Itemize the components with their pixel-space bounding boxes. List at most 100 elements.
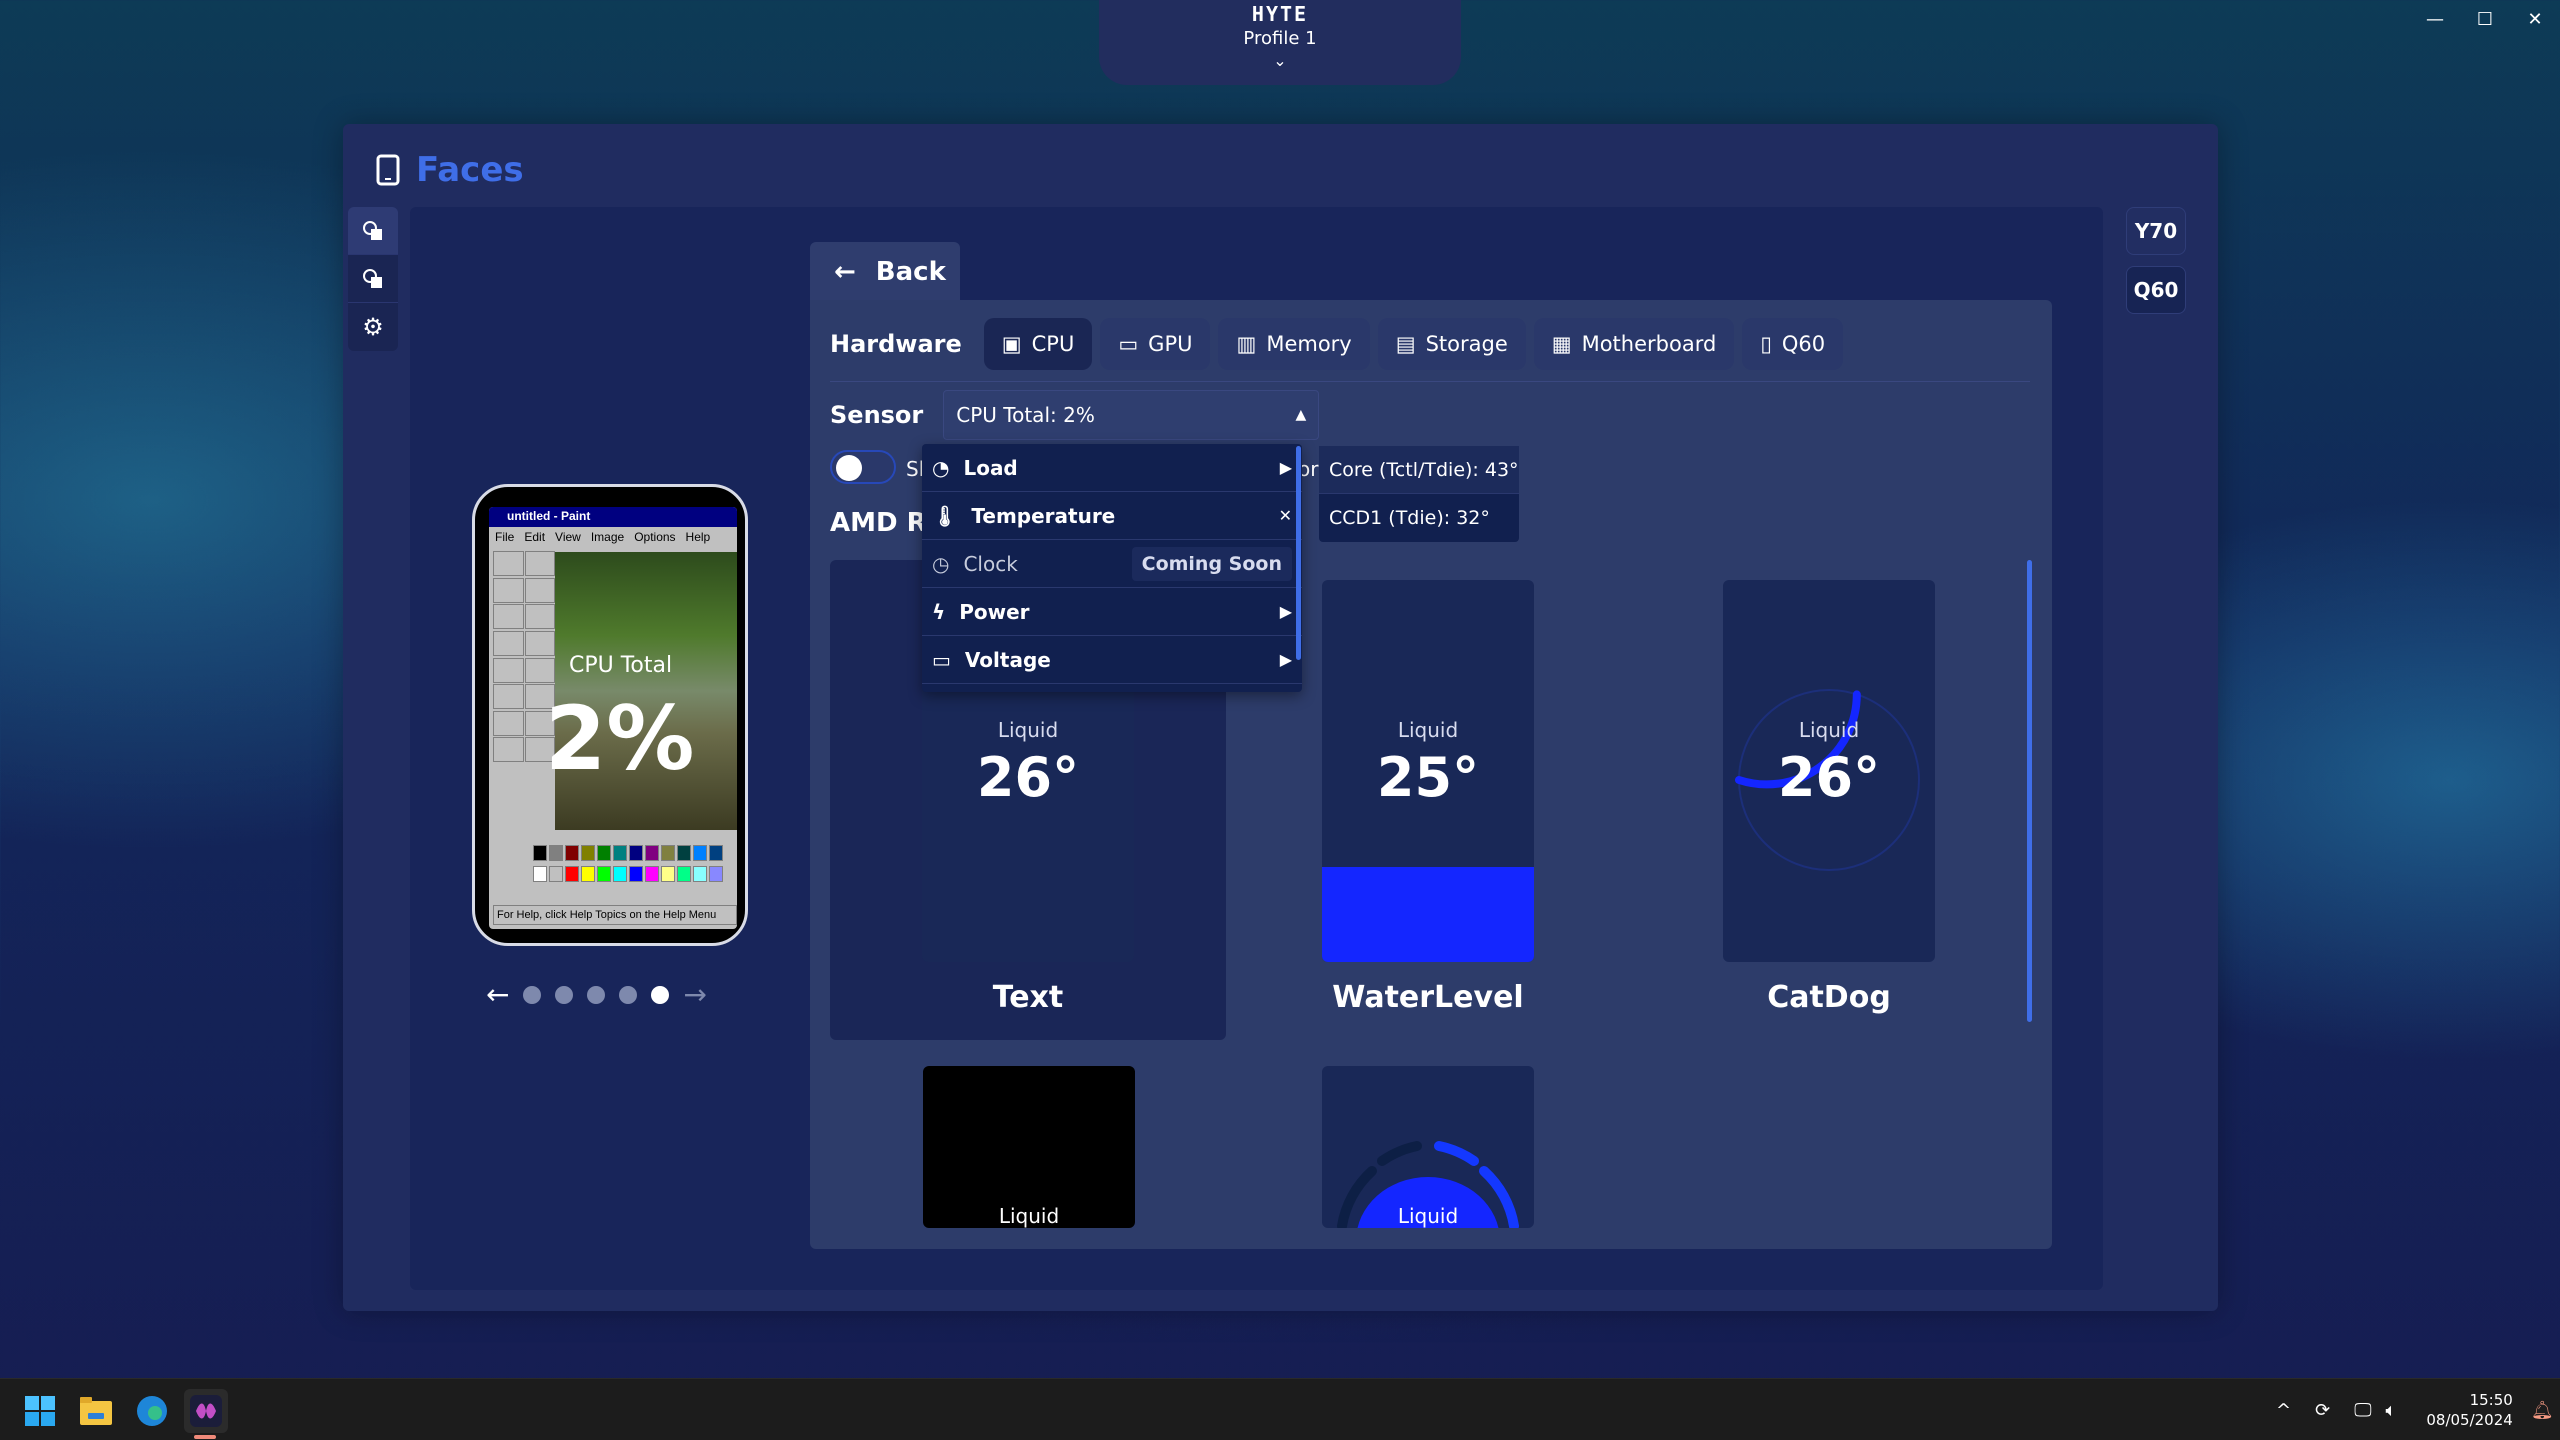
menu-item-label: Load — [963, 455, 1018, 480]
page-dot[interactable] — [523, 985, 542, 1004]
face-name: CatDog — [1767, 980, 1891, 1015]
tab-label: Motherboard — [1581, 332, 1717, 356]
nexus-app-icon[interactable] — [184, 1389, 228, 1433]
taskbar: ^ ⟳ 🖵︎ 🔈︎ 15:50 08/05/2024 🔔︎ — [0, 1378, 2560, 1440]
face-label: Liquid — [997, 718, 1059, 742]
battery-icon: ▭ — [932, 647, 951, 672]
face-value: 26° — [976, 746, 1080, 809]
close-button[interactable]: ✕ — [2510, 4, 2560, 34]
edge-icon[interactable] — [130, 1389, 174, 1433]
profile-selector[interactable]: HYTE Profile 1 ⌄ — [1099, 0, 1461, 85]
arrow-right-icon[interactable]: → — [683, 978, 706, 1011]
page-title: Faces — [416, 150, 524, 190]
caret-up-icon: ▲ — [1295, 407, 1307, 423]
tab-motherboard[interactable]: ▦ Motherboard — [1533, 318, 1735, 370]
submenu-item[interactable]: CCD1 (Tdie): 32° — [1319, 494, 1519, 542]
sensor-label: Sensor — [830, 401, 924, 429]
sensor-row: Sensor CPU Total: 2% ▲ — [830, 390, 1320, 440]
tab-memory[interactable]: ▥ Memory — [1218, 318, 1370, 370]
side-nav-faces[interactable] — [348, 207, 398, 255]
temperature-submenu: Core (Tctl/Tdie): 43° CCD1 (Tdie): 32° — [1319, 446, 1519, 542]
chevron-up-icon[interactable]: ^ — [2276, 1400, 2291, 1421]
face-name: WaterLevel — [1332, 980, 1524, 1015]
menu-scrollbar[interactable] — [1296, 446, 1301, 660]
sync-icon[interactable]: ⟳ — [2315, 1400, 2330, 1421]
coming-soon-badge: Coming Soon — [1131, 546, 1292, 581]
clock-icon: ◷ — [932, 551, 950, 576]
storage-icon: ▤ — [1395, 332, 1416, 356]
window-controls: — ☐ ✕ — [2410, 4, 2560, 34]
volume-icon[interactable]: 🔈︎ — [2386, 1400, 2397, 1421]
page-header: Faces — [376, 150, 524, 190]
cpu-icon: ▣ — [1001, 332, 1022, 356]
menu-item-voltage[interactable]: ▭ Voltage ▶ — [922, 636, 1302, 684]
caret-right-icon: ▶ — [1279, 458, 1292, 477]
paint-title: untitled - Paint — [489, 507, 737, 527]
windows-start-icon[interactable] — [18, 1389, 62, 1433]
paint-menu-item: File — [495, 530, 515, 544]
face-label: Liquid — [998, 1204, 1060, 1228]
page-dot[interactable] — [619, 985, 638, 1004]
tab-storage[interactable]: ▤ Storage — [1377, 318, 1526, 370]
submenu-item[interactable]: Core (Tctl/Tdie): 43° — [1319, 446, 1519, 494]
face-preview-black[interactable]: Liquid — [923, 1066, 1135, 1228]
q60-case-icon: ▯ — [1760, 332, 1772, 356]
page-dot-active[interactable] — [651, 985, 670, 1004]
tab-label: Memory — [1266, 332, 1352, 356]
tab-q60[interactable]: ▯ Q60 — [1742, 318, 1844, 370]
chevron-down-icon[interactable]: ⌄ — [1099, 51, 1461, 70]
faces-scrollbar[interactable] — [2027, 560, 2032, 1022]
side-nav-layouts[interactable] — [348, 255, 398, 303]
face-value: 26° — [1777, 746, 1881, 809]
back-label: Back — [875, 257, 946, 287]
tab-gpu[interactable]: ▭ GPU — [1100, 318, 1211, 370]
shapes-icon — [363, 268, 382, 288]
device-button-q60[interactable]: Q60 — [2126, 266, 2186, 314]
menu-item-power[interactable]: ϟ Power ▶ — [922, 588, 1302, 636]
back-button[interactable]: ← Back — [810, 242, 960, 302]
paint-menu-item: Edit — [524, 530, 546, 544]
face-catdog-preview[interactable]: Liquid 26° — [1723, 580, 1935, 962]
maximize-button[interactable]: ☐ — [2460, 4, 2510, 34]
page-dot[interactable] — [555, 985, 574, 1004]
clock-date: 08/05/2024 — [2426, 1411, 2513, 1429]
preview-screen: untitled - Paint File Edit View Image Op… — [489, 507, 737, 929]
clock[interactable]: 15:50 08/05/2024 — [2426, 1390, 2512, 1430]
tab-label: GPU — [1148, 332, 1193, 356]
tab-label: Storage — [1425, 332, 1508, 356]
arrow-left-icon: ← — [834, 257, 856, 287]
show-toggle[interactable] — [830, 450, 896, 484]
device-button-y70[interactable]: Y70 — [2126, 207, 2186, 255]
page-dot[interactable] — [587, 985, 606, 1004]
overlay-label: CPU Total — [569, 653, 673, 678]
side-nav-settings[interactable]: ⚙ — [348, 303, 398, 351]
notification-bell-icon[interactable]: 🔔︎ — [2531, 1400, 2554, 1421]
face-preview: untitled - Paint File Edit View Image Op… — [472, 484, 748, 946]
menu-item-clock: ◷ Clock Coming Soon — [922, 540, 1302, 588]
arrow-left-icon[interactable]: ← — [486, 978, 509, 1011]
overlay-value: 2% — [545, 687, 695, 790]
water-level-fill — [1322, 866, 1534, 962]
network-icon[interactable]: 🖵︎ — [2354, 1400, 2371, 1421]
minimize-button[interactable]: — — [2410, 4, 2460, 34]
paint-status: For Help, click Help Topics on the Help … — [493, 905, 737, 925]
hardware-tabs: Hardware ▣ CPU ▭ GPU ▥ Memory ▤ Storage ▦ Mot… — [830, 318, 1844, 370]
face-label: Liquid — [1397, 718, 1459, 742]
face-preview-dial[interactable]: Liquid — [1322, 1066, 1534, 1228]
hyte-logo: HYTE — [1251, 2, 1309, 26]
menu-item-temperature[interactable]: 🌡︎ Temperature ✕ — [922, 492, 1302, 540]
close-icon[interactable]: ✕ — [1279, 506, 1292, 525]
paint-menu: File Edit View Image Options Help — [489, 527, 737, 549]
sensor-select[interactable]: CPU Total: 2% ▲ — [943, 390, 1320, 440]
menu-item-label: Power — [959, 599, 1030, 624]
menu-item-load[interactable]: ◔ Load ▶ — [922, 444, 1302, 492]
menu-item-label: Clock — [963, 551, 1018, 576]
face-label: Liquid — [1798, 718, 1860, 742]
system-tray: ^ ⟳ 🖵︎ 🔈︎ 15:50 08/05/2024 🔔︎ — [2276, 1379, 2554, 1440]
file-explorer-icon[interactable] — [74, 1389, 118, 1433]
face-label: Liquid — [1397, 1204, 1459, 1228]
tab-label: CPU — [1031, 332, 1075, 356]
lightning-icon: ϟ — [932, 599, 946, 624]
face-waterlevel-preview[interactable]: Liquid 25° — [1322, 580, 1534, 962]
tab-cpu[interactable]: ▣ CPU — [983, 318, 1093, 370]
